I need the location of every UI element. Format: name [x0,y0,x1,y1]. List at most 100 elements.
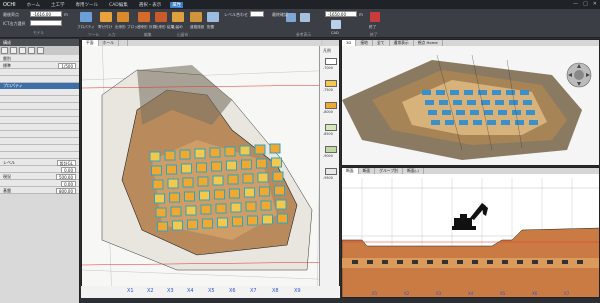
plan-x-axis: X1 X2 X3 X4 X5 X6 X7 X8 X9 [81,286,340,298]
legend-swatch [325,102,337,109]
retaining-button[interactable] [172,12,184,22]
minimize-icon[interactable]: — [573,1,578,7]
legend-value: -7000 [323,66,333,70]
view2-button[interactable] [300,13,310,22]
persp-block [436,90,445,95]
persp-block [487,120,496,125]
section-pile [367,260,373,264]
layer-panel-header: 構成 [0,39,79,46]
property-row[interactable]: 0.00 [0,180,79,187]
property-button[interactable] [80,12,92,22]
tool-3-icon[interactable] [19,47,26,54]
plan-drawing [82,40,339,297]
foundation-block [241,159,252,170]
property-value[interactable]: 800.00 [56,187,76,194]
snap-button[interactable] [100,12,112,22]
menu-home[interactable]: ホーム [25,2,42,8]
tool-1-icon[interactable] [1,47,8,54]
calc-button[interactable] [138,12,150,22]
foundation-block [151,165,162,176]
exit-label: 終了 [369,25,377,29]
property-row[interactable]: レベル 設計GL [0,159,79,166]
layer-row[interactable]: 層別 [0,55,79,62]
foundation-block [224,146,236,157]
tool-5-icon[interactable] [37,47,44,54]
group-end: 終了 [370,32,378,37]
axis-x6: X6 [229,288,236,294]
layout-button[interactable] [207,12,219,22]
layer-row[interactable] [0,69,79,76]
cad-label: CAD [331,31,339,35]
ribbon-value-1-input[interactable]: -1616.00 [30,11,62,17]
ribbon-select-input[interactable] [30,20,62,26]
layer-row[interactable] [0,76,79,83]
property-row[interactable]: 基盤 800.00 [0,187,79,194]
final-value-input[interactable]: -1650.00 [325,11,357,17]
foundation-block [199,190,210,201]
property-row[interactable]: 現況 500.00 [0,173,79,180]
exit-button[interactable] [370,12,380,22]
section-pile [382,260,388,264]
section-pile [532,260,538,264]
foundation-block [167,178,179,189]
foundation-block [226,160,237,171]
plan-view[interactable]: 平面 ホール 凡例 -7000 -7500 -8000 -8500 -9000 … [81,39,340,298]
scale-row[interactable]: 標準 1/500 [0,62,79,69]
perspective-view[interactable]: 3D 接地 全て 通常表示 視点 Home [341,39,600,166]
property-value[interactable]: 設計GL [56,159,76,166]
foundation-block [275,199,287,210]
block-button[interactable] [117,12,129,22]
property-row[interactable] [0,138,79,145]
foundation-block [184,191,195,202]
legend-value: -9000 [323,154,333,158]
menu-cad[interactable]: CAD編集 [107,2,130,8]
persp-block [515,120,524,125]
tool-2-icon[interactable] [10,47,17,54]
app-name: OCHI [3,1,16,8]
property-row[interactable] [0,152,79,159]
persp-block [512,110,521,115]
result-button[interactable] [155,12,167,22]
section-view[interactable]: 断面 断面 グループ別 断面(-) X1 X2 X3 X4 X5 X6 X7 [341,167,600,298]
retaining-label: 山留め [172,25,183,29]
tool-4-icon[interactable] [28,47,35,54]
level-input[interactable] [250,11,264,17]
maximize-icon[interactable]: □ [583,1,588,7]
left-panel: 構成 層別 標準 1/500 プロパティ レベル 設計GL 0.00 現況 500.00 0… [0,39,80,303]
navigation-wheel-icon[interactable] [566,62,592,88]
group-edit: 編集 [144,32,152,37]
foundation-block [169,192,180,203]
persp-block [484,110,493,115]
persp-block [450,90,459,95]
property-row[interactable] [0,117,79,124]
menu-earthwork[interactable]: 土工学 [49,2,67,8]
menu-tools[interactable]: 専用ツール [74,2,101,8]
property-row[interactable] [0,131,79,138]
property-value[interactable]: 500.00 [56,173,76,180]
foundation-block [277,213,288,224]
property-row[interactable] [0,96,79,103]
property-row[interactable]: 0.00 [0,166,79,173]
persp-block [520,90,529,95]
section-pile [397,260,403,264]
property-row[interactable] [0,89,79,96]
property-value[interactable]: 0.00 [61,180,76,187]
property-row[interactable] [0,103,79,110]
property-row[interactable] [0,124,79,131]
menu-select[interactable]: 選択・表示 [137,2,164,8]
cad-button[interactable] [331,20,341,29]
menu-attribute[interactable]: 属性 [170,1,184,8]
legend-swatch [325,168,337,175]
foundation-block [259,186,270,197]
property-value[interactable]: 0.00 [61,166,76,173]
persp-block [422,90,431,95]
layer-toolbar [0,46,79,55]
section-pile [547,260,553,264]
property-row[interactable] [0,110,79,117]
sec-axis-x4: X4 [468,291,474,296]
section-pile [562,260,568,264]
road-button[interactable] [190,12,202,22]
property-row[interactable] [0,145,79,152]
legend-value: -8500 [323,132,333,136]
close-icon[interactable]: ✕ [593,1,597,7]
